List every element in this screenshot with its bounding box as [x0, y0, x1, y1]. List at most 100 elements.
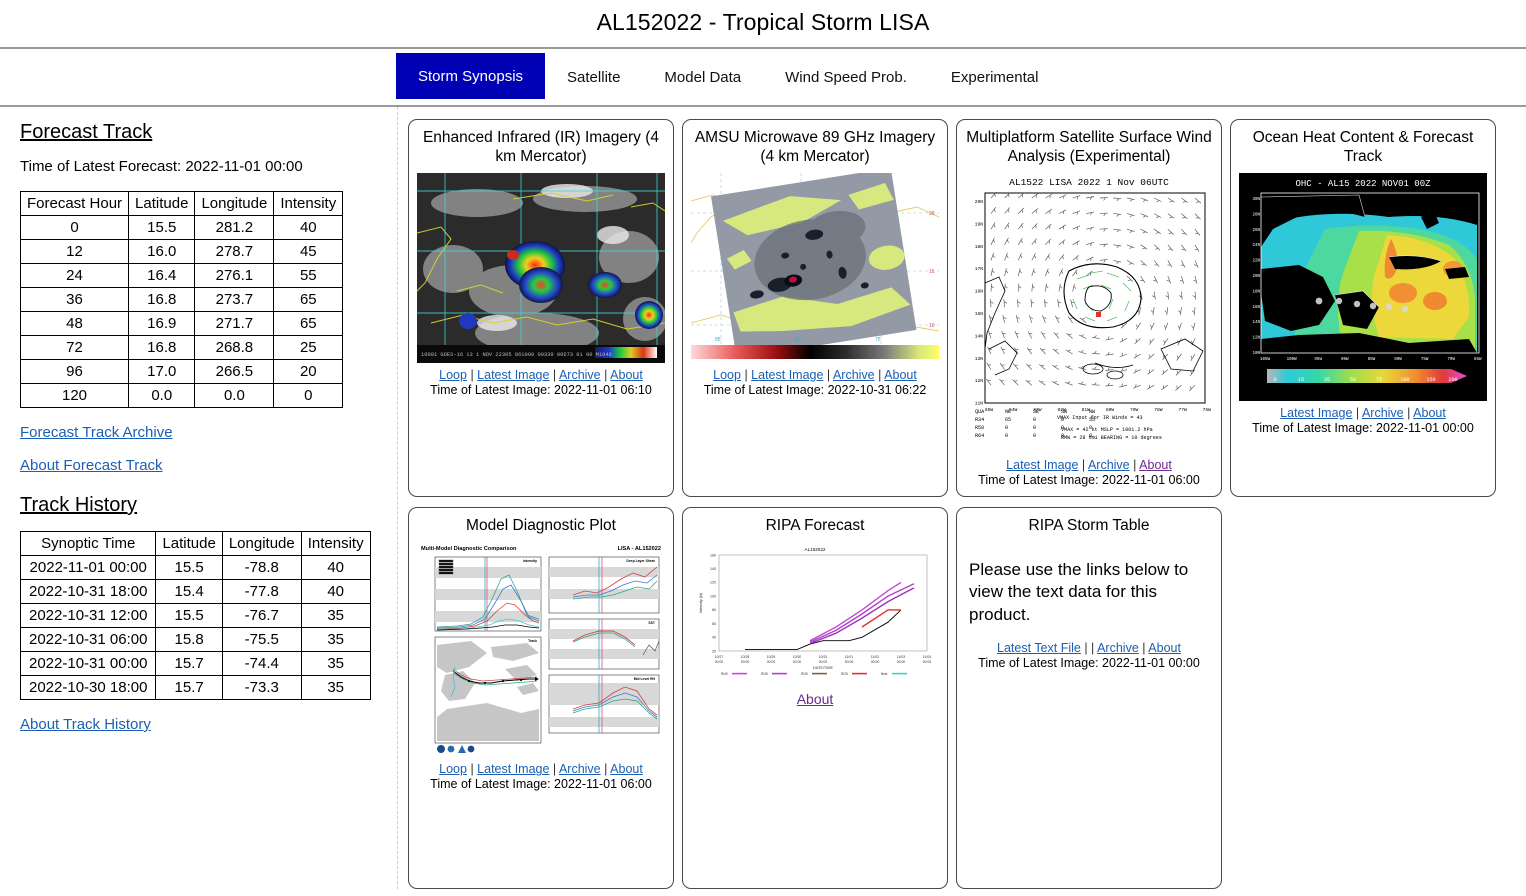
- ripa-forecast-about-link[interactable]: About: [797, 691, 834, 707]
- ripa-table-archive-link[interactable]: Archive: [1097, 641, 1139, 655]
- table-row: 120 0.0 0.0 0: [19, 383, 344, 408]
- forecast-cell: 266.5: [194, 359, 275, 384]
- forecast-cell: 65: [273, 311, 344, 336]
- ohc-colorbar-tick: 15: [1298, 377, 1304, 383]
- forecast-cell: 65: [273, 287, 344, 312]
- wind-vmax-ir-note: VMAX Input for IR Winds = 43: [1057, 415, 1143, 421]
- about-track-history-link[interactable]: About Track History: [20, 716, 397, 733]
- history-cell: -78.8: [221, 555, 302, 580]
- panel-title: Enhanced Infrared (IR) Imagery (4 km Mer…: [422, 129, 660, 166]
- ohc-lon-tick: 80W: [1394, 358, 1402, 362]
- history-cell: -76.7: [221, 603, 302, 628]
- amsu-loop-link[interactable]: Loop: [713, 368, 741, 382]
- ripa-x-tick: 00:00: [871, 660, 880, 664]
- wind-quad-header: NE: [1005, 409, 1011, 415]
- forecast-cell: 268.8: [194, 335, 275, 360]
- ripa-ylabel: Intensity (kt): [699, 592, 703, 613]
- panel-grid: Enhanced Infrared (IR) Imagery (4 km Mer…: [398, 107, 1526, 889]
- svg-text:10: 10: [929, 323, 935, 329]
- wind-archive-link[interactable]: Archive: [1088, 458, 1130, 472]
- ripa-y-tick: 140: [710, 567, 716, 571]
- forecast-cell: 120: [19, 383, 130, 408]
- about-forecast-track-link[interactable]: About Forecast Track: [20, 457, 397, 474]
- ir-latest-image-link[interactable]: Latest Image: [477, 368, 549, 382]
- ripa-legend-label: Best: [881, 672, 887, 676]
- wind-lat-tick: 13N: [975, 356, 984, 362]
- panel-row-2: Model Diagnostic Plot Multi-Model Diagno…: [408, 507, 1516, 889]
- tab-satellite[interactable]: Satellite: [545, 49, 642, 105]
- tab-label: Model Data: [664, 68, 742, 86]
- ir-satellite-image[interactable]: 10001 GOES-16 13 1 NOV 22305 061000 0033…: [417, 172, 665, 363]
- forecast-track-archive-link[interactable]: Forecast Track Archive: [20, 424, 397, 441]
- forecast-cell: 48: [19, 311, 130, 336]
- ohc-lat-tick: 18N: [1252, 290, 1260, 294]
- model-latest-image-link[interactable]: Latest Image: [477, 762, 549, 776]
- amsu-satellite-image[interactable]: 20 15 10 85 80 75: [691, 172, 939, 363]
- wind-analysis-image[interactable]: AL1522 LISA 2022 1 Nov 06UTC 20N19N18N17…: [965, 172, 1213, 453]
- table-row: 2022-10-31 06:00 15.8 -75.5 35: [19, 627, 371, 652]
- panel-title: Ocean Heat Content & Forecast Track: [1252, 129, 1474, 166]
- wind-timestamp: Time of Latest Image: 2022-11-01 06:00: [978, 472, 1200, 487]
- forecast-cell: 16.0: [128, 239, 196, 264]
- ripa-y-tick: 20: [712, 650, 716, 654]
- ohc-image[interactable]: OHC - AL15 2022 NOV01 00Z 30N28N26N24N22…: [1239, 172, 1487, 401]
- ripa-y-tick: 100: [710, 595, 716, 599]
- tab-storm-synopsis[interactable]: Storm Synopsis: [396, 53, 546, 99]
- ohc-about-link[interactable]: About: [1413, 406, 1446, 420]
- wind-latest-image-link[interactable]: Latest Image: [1006, 458, 1078, 472]
- ripa-table-about-link[interactable]: About: [1148, 641, 1181, 655]
- model-diagnostic-image[interactable]: Multi-Model Diagnostic Comparison LISA -…: [417, 541, 665, 758]
- panel-ocean-heat-content: Ocean Heat Content & Forecast Track OHC …: [1230, 119, 1496, 497]
- wind-about-link[interactable]: About: [1139, 458, 1172, 472]
- wind-lat-tick: 11N: [975, 400, 984, 406]
- ripa-latest-text-file-link[interactable]: Latest Text File: [997, 641, 1081, 655]
- ohc-colorbar-tick: 35: [1324, 377, 1330, 383]
- ohc-archive-link[interactable]: Archive: [1362, 406, 1404, 420]
- history-cell: 2022-10-31 00:00: [19, 651, 157, 676]
- tab-model-data[interactable]: Model Data: [642, 49, 763, 105]
- table-row: 36 16.8 273.7 65: [19, 287, 344, 312]
- ir-about-link[interactable]: About: [610, 368, 643, 382]
- ohc-figure-header: OHC - AL15 2022 NOV01 00Z: [1295, 179, 1431, 189]
- table-header-row: Forecast Hour Latitude Longitude Intensity: [19, 191, 344, 216]
- history-cell: -77.8: [221, 579, 302, 604]
- tab-label: Experimental: [950, 68, 1039, 86]
- table-row: 48 16.9 271.7 65: [19, 311, 344, 336]
- ohc-lon-tick: 100W: [1287, 358, 1298, 362]
- history-column-header: Latitude: [155, 531, 223, 556]
- ohc-lon-tick: 70W: [1447, 358, 1455, 362]
- amsu-about-link[interactable]: About: [884, 368, 917, 382]
- ripa-x-tick: 00:00: [741, 660, 750, 664]
- wind-lon-tick: 76W: [1203, 407, 1212, 413]
- ripa-y-tick: 160: [710, 554, 716, 558]
- sidebar: Forecast Track Time of Latest Forecast: …: [0, 107, 398, 889]
- model-about-link[interactable]: About: [610, 762, 643, 776]
- ir-archive-link[interactable]: Archive: [559, 368, 601, 382]
- tab-wind-speed-prob[interactable]: Wind Speed Prob.: [763, 49, 929, 105]
- forecast-cell: 276.1: [194, 263, 275, 288]
- forecast-time-label: Time of Latest Forecast: 2022-11-01 00:0…: [20, 158, 303, 175]
- table-row: 2022-11-01 00:00 15.5 -78.8 40: [19, 555, 371, 580]
- model-archive-link[interactable]: Archive: [559, 762, 601, 776]
- model-loop-link[interactable]: Loop: [439, 762, 467, 776]
- wind-lat-tick: 20N: [975, 199, 984, 205]
- tab-label: Satellite: [567, 68, 621, 86]
- tab-experimental[interactable]: Experimental: [929, 49, 1061, 105]
- wind-lat-tick: 17N: [975, 266, 984, 272]
- amsu-latest-image-link[interactable]: Latest Image: [751, 368, 823, 382]
- model-subplot-rh-title: Mid Level RH: [634, 677, 656, 681]
- amsu-archive-link[interactable]: Archive: [833, 368, 875, 382]
- ripa-forecast-chart[interactable]: AL152022 20406080100120140160 10/2700:00…: [691, 541, 939, 682]
- wind-lat-tick: 12N: [975, 378, 984, 384]
- ripa-x-tick: 10/28: [741, 655, 750, 659]
- ir-loop-link[interactable]: Loop: [439, 368, 467, 382]
- ohc-latest-image-link[interactable]: Latest Image: [1280, 406, 1352, 420]
- model-subplot-sst-title: SST: [648, 621, 656, 625]
- forecast-cell: 72: [19, 335, 130, 360]
- wind-quad-cell: R64: [975, 433, 984, 439]
- ohc-lon-tick: 75W: [1421, 358, 1429, 362]
- panel-ripa-forecast: RIPA Forecast AL152022 20 40 60 80 100 120 140…: [682, 507, 948, 889]
- ripa-legend-label: RI25: [841, 672, 848, 676]
- wind-lat-tick: 15N: [975, 311, 984, 317]
- history-cell: 15.7: [155, 651, 223, 676]
